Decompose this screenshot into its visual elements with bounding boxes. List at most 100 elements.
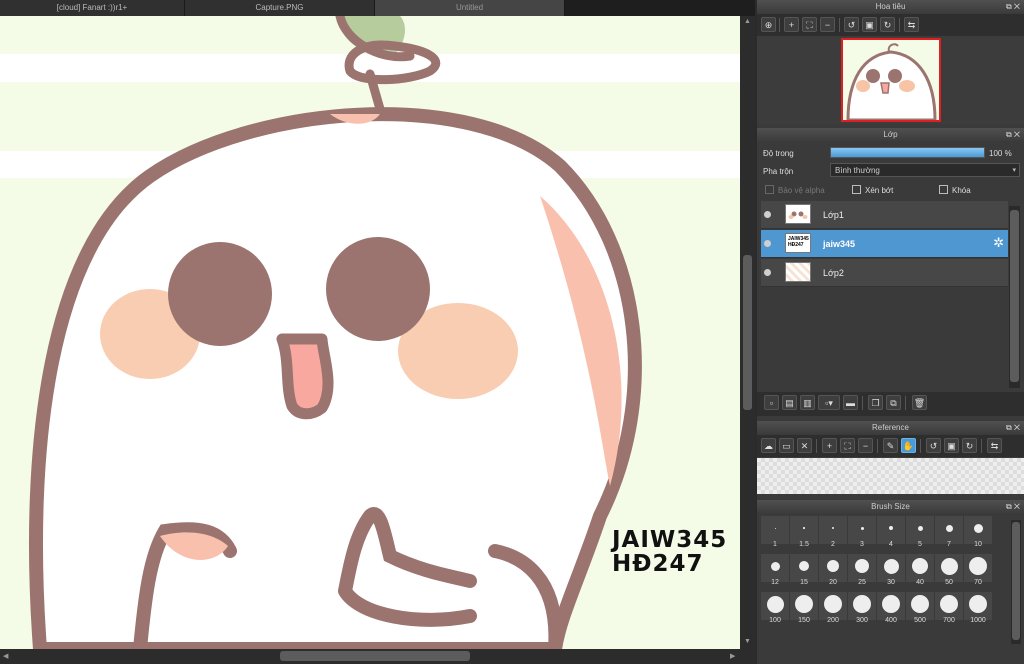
- brush-dot-icon: [973, 523, 983, 533]
- brush-size-option[interactable]: 12: [761, 554, 789, 586]
- vertical-scroll-thumb[interactable]: [743, 255, 752, 410]
- add-layer-dropdown-icon[interactable]: ▫▾: [818, 395, 840, 410]
- detach-icon[interactable]: ⧉: [1006, 423, 1012, 432]
- brush-size-option[interactable]: 25: [848, 554, 876, 586]
- actual-size-icon[interactable]: ▣: [944, 438, 959, 453]
- brush-size-option[interactable]: 700: [935, 592, 963, 624]
- new-1bit-layer-icon[interactable]: ▥: [800, 395, 815, 410]
- clipping-label: Xén bớt: [865, 186, 894, 195]
- watermark-line-2: HĐ247: [612, 551, 704, 577]
- brush-size-option[interactable]: 15: [790, 554, 818, 586]
- layer-item-selected[interactable]: JAIW345 HĐ247 jaiw345 ✲: [761, 230, 1008, 258]
- brush-size-option[interactable]: 200: [819, 592, 847, 624]
- brush-size-option[interactable]: 5: [906, 516, 934, 548]
- brush-grid-scrollbar[interactable]: [1011, 520, 1021, 644]
- opacity-slider[interactable]: [830, 147, 985, 158]
- zoom-in-icon[interactable]: +: [784, 17, 799, 32]
- brush-dot-icon: [824, 595, 842, 613]
- fit-window-icon[interactable]: ⛶: [840, 438, 855, 453]
- brush-size-option[interactable]: 40: [906, 554, 934, 586]
- brush-dot-icon: [889, 526, 893, 530]
- brush-size-option[interactable]: 400: [877, 592, 905, 624]
- chevron-down-icon: ▾: [1012, 167, 1016, 174]
- scroll-up-icon[interactable]: ▲: [744, 18, 751, 25]
- brush-size-option[interactable]: 50: [935, 554, 963, 586]
- horizontal-scroll-thumb[interactable]: [280, 651, 470, 661]
- blend-mode-select[interactable]: Bình thường ▾: [830, 163, 1020, 177]
- brush-size-label: 10: [974, 541, 982, 548]
- brush-size-option[interactable]: 70: [964, 554, 992, 586]
- layer-list-scrollbar[interactable]: [1009, 206, 1020, 388]
- zoom-out-icon[interactable]: −: [820, 17, 835, 32]
- layer-settings-gear-icon[interactable]: ✲: [993, 235, 1004, 251]
- new-halftone-layer-icon[interactable]: ▤: [782, 395, 797, 410]
- brush-size-option[interactable]: 7: [935, 516, 963, 548]
- scroll-down-icon[interactable]: ▼: [744, 638, 751, 645]
- close-icon[interactable]: ✕: [1014, 130, 1020, 139]
- tab-untitled[interactable]: Untitled: [375, 0, 565, 16]
- flip-icon[interactable]: ⇆: [987, 438, 1002, 453]
- eyedropper-icon[interactable]: ✎: [883, 438, 898, 453]
- fit-window-icon[interactable]: ⛶: [802, 17, 817, 32]
- brush-size-option[interactable]: 1.5: [790, 516, 818, 548]
- tab-capture[interactable]: Capture.PNG: [185, 0, 375, 16]
- delete-layer-icon[interactable]: 🗑: [912, 395, 927, 410]
- rotate-right-icon[interactable]: ↻: [880, 17, 895, 32]
- merge-layer-icon[interactable]: ⧉: [886, 395, 901, 410]
- detach-icon[interactable]: ⧉: [1006, 130, 1012, 139]
- close-icon[interactable]: ✕: [1014, 502, 1020, 511]
- brush-size-option[interactable]: 3: [848, 516, 876, 548]
- rotate-right-icon[interactable]: ↻: [962, 438, 977, 453]
- visibility-eye-icon[interactable]: [764, 269, 771, 276]
- brush-size-option[interactable]: 30: [877, 554, 905, 586]
- brush-size-option[interactable]: 150: [790, 592, 818, 624]
- brush-size-option[interactable]: 1000: [964, 592, 992, 624]
- visibility-eye-icon[interactable]: [764, 211, 771, 218]
- open-cloud-icon[interactable]: ☁: [761, 438, 776, 453]
- scroll-right-icon[interactable]: ▶: [730, 652, 735, 660]
- brush-size-option[interactable]: 300: [848, 592, 876, 624]
- detach-icon[interactable]: ⧉: [1006, 2, 1012, 11]
- layer-item[interactable]: Lớp2: [761, 259, 1008, 287]
- brush-size-option[interactable]: 100: [761, 592, 789, 624]
- brush-size-option[interactable]: 10: [964, 516, 992, 548]
- visibility-eye-icon[interactable]: [764, 240, 771, 247]
- layer-scroll-thumb[interactable]: [1010, 210, 1019, 382]
- hand-tool-icon[interactable]: ✋: [901, 438, 916, 453]
- close-reference-icon[interactable]: ✕: [797, 438, 812, 453]
- protect-alpha-label: Bảo vệ alpha: [778, 186, 825, 195]
- actual-size-icon[interactable]: ▣: [862, 17, 877, 32]
- zoom-out-icon[interactable]: −: [858, 438, 873, 453]
- new-layer-icon[interactable]: ▫: [764, 395, 779, 410]
- flip-icon[interactable]: ⇆: [904, 17, 919, 32]
- open-folder-icon[interactable]: ▭: [779, 438, 794, 453]
- detach-icon[interactable]: ⧉: [1006, 502, 1012, 511]
- clipping-checkbox[interactable]: Xén bớt: [852, 185, 893, 195]
- brush-size-option[interactable]: 1: [761, 516, 789, 548]
- brush-size-label: 300: [856, 617, 868, 624]
- new-folder-icon[interactable]: ▬: [843, 395, 858, 410]
- duplicate-layer-icon[interactable]: ❐: [868, 395, 883, 410]
- brush-size-option[interactable]: 4: [877, 516, 905, 548]
- brush-size-option[interactable]: 500: [906, 592, 934, 624]
- zoom-fit-icon[interactable]: ⊕: [761, 17, 776, 32]
- brush-size-label: 70: [974, 579, 982, 586]
- brush-size-option[interactable]: 20: [819, 554, 847, 586]
- layer-thumbnail: [785, 262, 811, 282]
- reference-view[interactable]: [757, 458, 1024, 494]
- document-tab-bar: [cloud] Fanart :))r1+ Capture.PNG Untitl…: [0, 0, 755, 16]
- brush-size-option[interactable]: 2: [819, 516, 847, 548]
- navigator-preview[interactable]: [841, 38, 941, 122]
- layer-item[interactable]: Lớp1: [761, 201, 1008, 229]
- protect-alpha-checkbox[interactable]: Bảo vệ alpha: [765, 185, 825, 195]
- scroll-left-icon[interactable]: ◀: [3, 652, 8, 660]
- drawing-canvas[interactable]: JAIW345 HĐ247: [0, 16, 740, 649]
- brush-scroll-thumb[interactable]: [1012, 522, 1020, 640]
- zoom-in-icon[interactable]: +: [822, 438, 837, 453]
- rotate-left-icon[interactable]: ↺: [844, 17, 859, 32]
- lock-checkbox[interactable]: Khóa: [939, 185, 971, 195]
- rotate-left-icon[interactable]: ↺: [926, 438, 941, 453]
- tab-fanart[interactable]: [cloud] Fanart :))r1+: [0, 0, 185, 16]
- close-icon[interactable]: ✕: [1014, 423, 1020, 432]
- close-icon[interactable]: ✕: [1014, 2, 1020, 11]
